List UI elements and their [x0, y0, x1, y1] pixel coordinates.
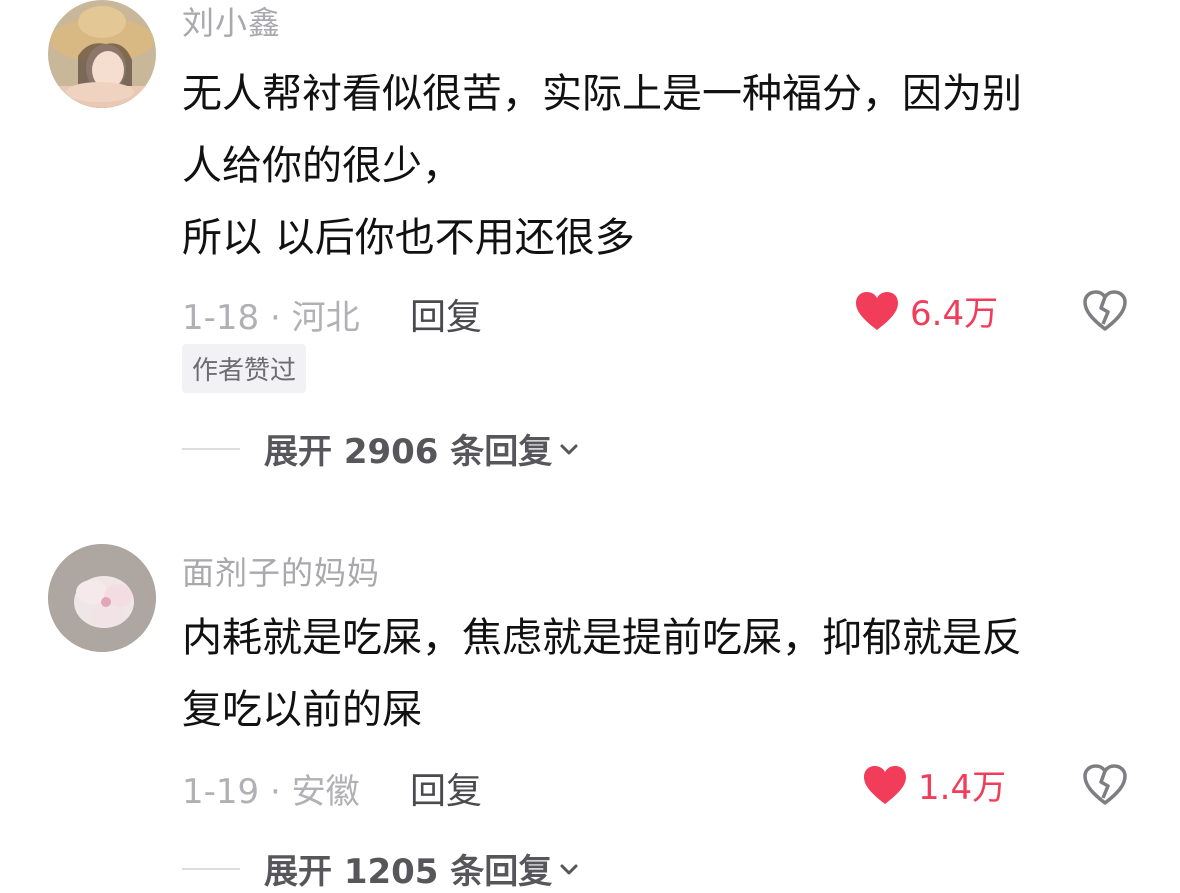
like-count: 6.4万	[910, 294, 999, 334]
broken-heart-icon	[1083, 764, 1127, 805]
dislike-button[interactable]	[1082, 288, 1128, 334]
avatar[interactable]	[48, 0, 156, 108]
divider-line	[182, 447, 240, 450]
like-button[interactable]: 1.4万	[862, 760, 1006, 809]
like-count: 1.4万	[918, 768, 1007, 808]
expand-replies-button[interactable]: 展开 2906 条回复	[182, 424, 580, 473]
avatar-image	[48, 544, 156, 652]
comment-line: 复吃以前的屎	[182, 687, 422, 733]
author-liked-badge: 作者赞过	[182, 344, 307, 393]
broken-heart-icon	[1083, 290, 1127, 331]
date-location: 1-18 · 河北	[182, 298, 360, 338]
comment-line: 无人帮衬看似很苦，实际上是一种福分，因为别	[182, 71, 1022, 117]
reply-button[interactable]: 回复	[410, 288, 482, 340]
avatar-image	[48, 0, 156, 108]
comment-text: 无人帮衬看似很苦，实际上是一种福分，因为别 人给你的很少， 所以 以后你也不用还…	[182, 58, 1022, 274]
chevron-down-icon	[560, 864, 578, 874]
comment-text: 内耗就是吃屎，焦虑就是提前吃屎，抑郁就是反 复吃以前的屎	[182, 602, 1022, 746]
username[interactable]: 刘小鑫	[182, 0, 281, 44]
comment-line: 人给你的很少，	[182, 143, 462, 189]
date-location: 1-19 · 安徽	[182, 772, 360, 812]
expand-replies-button[interactable]: 展开 1205 条回复	[182, 844, 580, 893]
heart-icon	[864, 765, 906, 804]
heart-icon	[856, 291, 898, 330]
divider-line	[182, 867, 240, 870]
avatar[interactable]	[48, 544, 156, 652]
chevron-down-icon	[560, 444, 578, 454]
username[interactable]: 面剂子的妈妈	[182, 548, 380, 594]
like-button[interactable]: 6.4万	[854, 286, 998, 335]
dislike-button[interactable]	[1082, 762, 1128, 808]
reply-button[interactable]: 回复	[410, 762, 482, 814]
expand-replies-label: 展开 2906 条回复	[264, 432, 553, 472]
comment-line: 所以 以后你也不用还很多	[182, 215, 635, 261]
expand-replies-label: 展开 1205 条回复	[264, 852, 553, 892]
comment-line: 内耗就是吃屎，焦虑就是提前吃屎，抑郁就是反	[182, 615, 1022, 661]
